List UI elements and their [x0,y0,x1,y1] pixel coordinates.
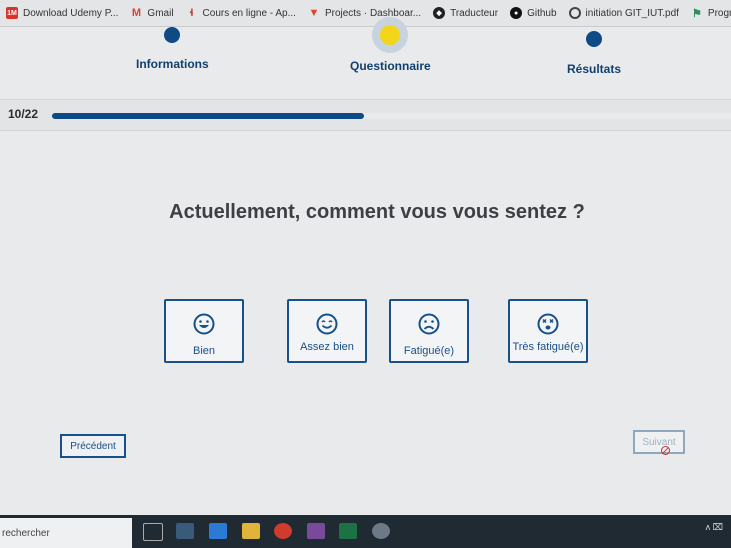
bookmark-label: Traducteur [450,7,499,19]
happy-face-icon [193,313,215,335]
cours-icon: ɬ [189,7,194,19]
dizzy-face-icon [537,313,559,335]
bookmark-initiation[interactable]: initiation GIT_IUT.pdf [563,0,685,26]
questionnaire-app: Informations Questionnaire Résultats 10/… [0,25,731,515]
file-explorer-icon[interactable] [242,523,260,539]
next-button-label: Suivant [642,436,676,448]
choice-label: Assez bien [300,341,354,353]
step-label-questionnaire: Questionnaire [350,59,431,73]
flag-icon: ⚑ [691,7,702,20]
bookmark-label: Projects · Dashboar... [324,7,422,19]
bookmark-label: Download Udemy P... [23,7,119,19]
traducteur-icon: ◆ [433,7,446,19]
not-allowed-icon [661,446,670,455]
choice-tres-fatigue[interactable]: Très fatigué(e) [508,299,588,363]
globe-icon [568,7,581,19]
previous-button[interactable]: Précédent [60,434,126,458]
task-view-icon[interactable] [143,523,163,541]
choice-label: Bien [192,345,216,357]
stepper: Informations Questionnaire Résultats [0,25,731,99]
smiling-face-icon [316,313,338,335]
choice-assez-bien[interactable]: Assez bien [287,299,367,363]
gitlab-icon: ▼ [308,7,320,19]
system-tray[interactable]: ʌ ⌧ [706,522,723,533]
mail-icon[interactable] [209,523,227,539]
choice-label: Très fatigué(e) [512,341,584,353]
choice-label: Fatigué(e) [403,345,455,357]
github-icon: ● [510,7,523,19]
bookmark-label: Gmail [147,7,174,19]
store-icon[interactable] [176,523,194,539]
progress-counter: 10/22 [8,107,39,121]
progress-bar [52,113,731,119]
progress-row: 10/22 [0,99,731,131]
taskbar: rechercher ʌ ⌧ [0,515,731,548]
bookmark-udemy[interactable]: 1M Download Udemy P... [0,0,124,26]
bookmark-label: Github [527,7,557,19]
bookmark-cours[interactable]: ɬ Cours en ligne - Ap... [180,0,302,26]
sad-face-icon [418,313,440,335]
step-dot-resultats [586,31,602,47]
step-label-informations: Informations [136,57,209,71]
step-dot-questionnaire [380,25,400,45]
taskbar-search[interactable]: rechercher [0,518,132,548]
chrome-icon[interactable] [274,523,292,539]
bookmark-gmail[interactable]: M Gmail [124,0,179,26]
choice-fatigue[interactable]: Fatigué(e) [389,299,469,363]
choice-bien[interactable]: Bien [164,299,244,363]
gmail-icon: M [131,7,141,19]
bookmark-label: initiation GIT_IUT.pdf [585,7,679,19]
question-text: Actuellement, comment vous vous sentez ? [169,201,585,223]
step-dot-informations [164,27,180,43]
progress-bar-fill [52,113,365,119]
bookmark-label: Programs - UM6P [707,7,731,19]
bookmark-label: Cours en ligne - Ap... [202,7,296,19]
paint-icon[interactable] [372,523,390,539]
bookmark-github[interactable]: ● Github [504,0,562,26]
bookmark-traducteur[interactable]: ◆ Traducteur [427,0,504,26]
excel-icon[interactable] [339,523,357,539]
app-icon[interactable] [307,523,325,539]
step-label-resultats: Résultats [567,62,622,76]
udemy-icon: 1M [6,7,18,19]
next-button[interactable]: Suivant [633,430,685,455]
bookmarks-bar: 1M Download Udemy P... M Gmail ɬ Cours en lig… [0,0,731,27]
bookmark-programs[interactable]: ⚑ Programs - UM6P [685,0,731,26]
bookmark-projects[interactable]: ▼ Projects · Dashboar... [302,0,427,26]
